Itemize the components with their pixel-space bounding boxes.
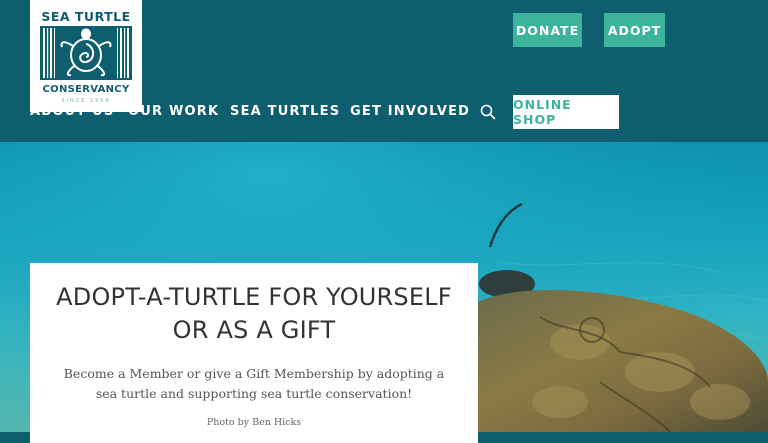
photo-credit: Photo by Ben Hicks bbox=[206, 417, 302, 428]
nav-item-sea-turtles[interactable]: SEA TURTLES bbox=[230, 96, 340, 128]
hero-title-line-2: OR AS A GIFT bbox=[172, 316, 336, 344]
hero-title: ADOPT-A-TURTLE FOR YOURSELF OR AS A GIFT bbox=[30, 281, 478, 347]
hero-title-line-1: ADOPT-A-TURTLE FOR YOURSELF bbox=[56, 283, 452, 311]
adopt-button[interactable]: ADOPT bbox=[604, 13, 665, 47]
hero-description: Become a Member or give a Gift Membershi… bbox=[63, 366, 445, 401]
logo-top-text: SEA TURTLE bbox=[41, 9, 131, 24]
search-icon[interactable] bbox=[480, 104, 496, 120]
online-shop-button[interactable]: ONLINE SHOP bbox=[513, 95, 619, 129]
donate-button[interactable]: DONATE bbox=[513, 13, 582, 47]
logo-since-text: SINCE 1959 bbox=[61, 98, 111, 104]
nav-item-get-involved[interactable]: GET INVOLVED bbox=[350, 96, 470, 128]
hero-card: ADOPT-A-TURTLE FOR YOURSELF OR AS A GIFT… bbox=[30, 263, 478, 443]
logo-bottom-text: CONSERVANCY bbox=[42, 84, 130, 95]
turtle-logo-icon bbox=[40, 26, 132, 80]
site-header: SEA TURTLE CONSERVANCY SINCE 1959 DONATE… bbox=[0, 0, 768, 142]
site-logo[interactable]: SEA TURTLE CONSERVANCY SINCE 1959 bbox=[30, 0, 142, 112]
